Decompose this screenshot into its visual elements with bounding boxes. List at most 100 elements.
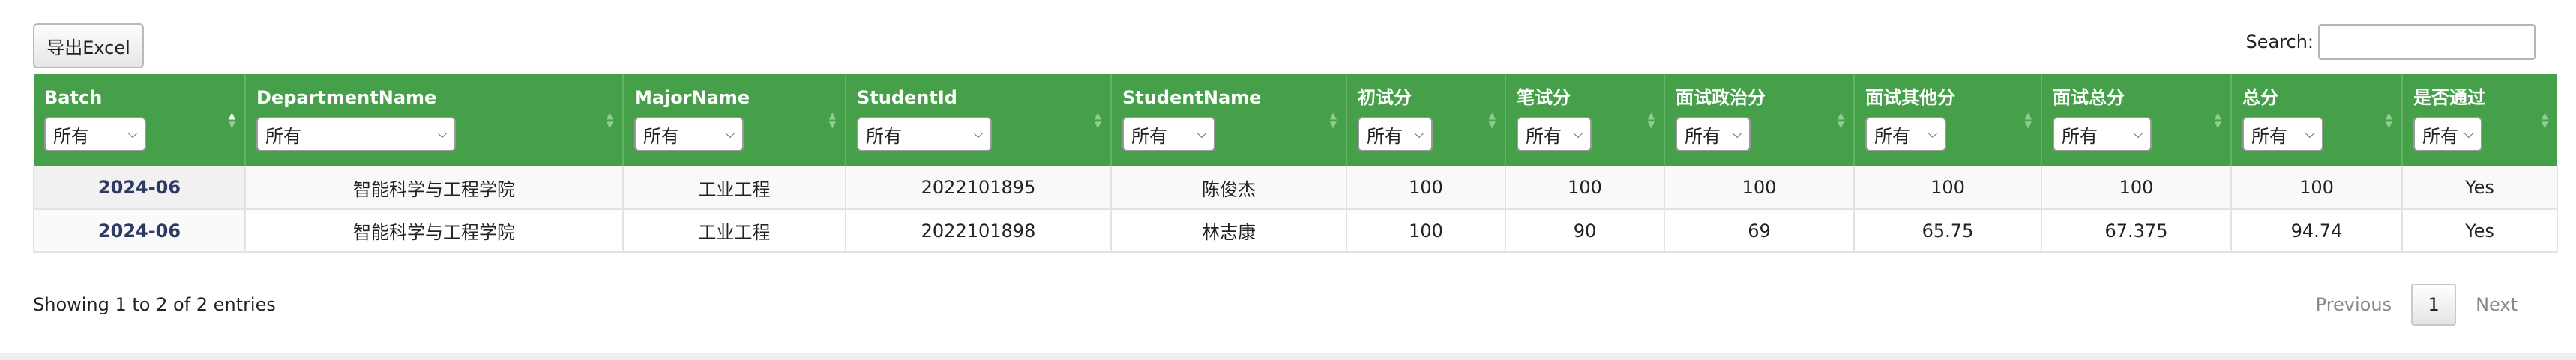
chevron-down-icon: ⌵: [1197, 127, 1206, 141]
cell-total-score: 100: [2231, 166, 2403, 210]
column-label: 总分: [2242, 87, 2278, 108]
sort-icon: ▲ ▼: [2024, 110, 2032, 130]
filter-select-interview-politics-score[interactable]: 所有 ⌵: [1676, 117, 1751, 152]
page: 导出Excel Search: Batch ▲ ▼ 所有 ⌵ DepartmentN…: [0, 0, 2576, 360]
sort-icon: ▲ ▼: [1488, 110, 1496, 130]
filter-value: 所有: [1131, 125, 1167, 147]
sort-icon: ▲ ▼: [606, 110, 613, 130]
cell-department-name: 智能科学与工程学院: [245, 166, 624, 210]
cell-interview-total-score: 100: [2041, 166, 2232, 210]
cell-total-score: 94.74: [2231, 209, 2403, 253]
sort-icon: ▲ ▼: [2214, 110, 2221, 130]
column-label: 笔试分: [1517, 87, 1571, 108]
search-label: Search:: [2245, 32, 2314, 52]
cell-interview-politics-score: 69: [1664, 209, 1855, 253]
filter-select-major-name[interactable]: 所有 ⌵: [634, 117, 744, 152]
column-label: StudentName: [1122, 87, 1262, 108]
filter-value: 所有: [1367, 125, 1403, 147]
column-header-student-id[interactable]: StudentId ▲ ▼ 所有 ⌵: [846, 74, 1112, 166]
sort-icon: ▲ ▼: [828, 110, 836, 130]
column-header-interview-other-score[interactable]: 面试其他分 ▲ ▼ 所有 ⌵: [1854, 74, 2042, 166]
chevron-down-icon: ⌵: [2305, 127, 2314, 141]
export-excel-button[interactable]: 导出Excel: [33, 23, 144, 68]
table-row[interactable]: 2024-06 智能科学与工程学院 工业工程 2022101895 陈俊杰 10…: [33, 166, 2558, 210]
filter-select-total-score[interactable]: 所有 ⌵: [2242, 117, 2323, 152]
column-header-batch[interactable]: Batch ▲ ▼ 所有 ⌵: [34, 74, 246, 166]
cell-major-name: 工业工程: [623, 209, 846, 253]
filter-value: 所有: [2251, 125, 2287, 147]
sort-icon: ▲ ▼: [1837, 110, 1844, 130]
column-header-written-score[interactable]: 笔试分 ▲ ▼ 所有 ⌵: [1505, 74, 1665, 166]
column-header-total-score[interactable]: 总分 ▲ ▼ 所有 ⌵: [2231, 74, 2403, 166]
cell-department-name: 智能科学与工程学院: [245, 209, 624, 253]
filter-select-batch[interactable]: 所有 ⌵: [44, 117, 146, 152]
cell-student-id: 2022101895: [846, 166, 1112, 210]
bottom-border: [0, 352, 2576, 360]
cell-interview-other-score: 100: [1854, 166, 2042, 210]
sort-ascending-icon: ▲ ▼: [228, 110, 235, 130]
filter-value: 所有: [643, 125, 679, 147]
column-label: Batch: [44, 87, 103, 108]
cell-preliminary-score: 100: [1346, 166, 1506, 210]
chevron-down-icon: ⌵: [1928, 127, 1937, 141]
cell-student-id: 2022101898: [846, 209, 1112, 253]
filter-select-interview-other-score[interactable]: 所有 ⌵: [1865, 117, 1946, 152]
search-input[interactable]: [2318, 24, 2536, 60]
filter-value: 所有: [866, 125, 902, 147]
filter-select-student-id[interactable]: 所有 ⌵: [857, 117, 992, 152]
column-label: 面试政治分: [1676, 87, 1766, 108]
column-label: StudentId: [857, 87, 957, 108]
column-header-interview-politics-score[interactable]: 面试政治分 ▲ ▼ 所有 ⌵: [1664, 74, 1855, 166]
cell-batch: 2024-06: [33, 166, 246, 210]
column-label: 面试总分: [2053, 87, 2125, 108]
cell-major-name: 工业工程: [623, 166, 846, 210]
filter-value: 所有: [1874, 125, 1910, 147]
filter-value: 所有: [265, 125, 301, 147]
sort-icon: ▲ ▼: [2385, 110, 2392, 130]
previous-page-button[interactable]: Previous: [2296, 294, 2411, 315]
chevron-down-icon: ⌵: [437, 127, 447, 141]
filter-select-passed[interactable]: 所有 ⌵: [2413, 117, 2482, 152]
cell-student-name: 陈俊杰: [1111, 166, 1347, 210]
filter-select-interview-total-score[interactable]: 所有 ⌵: [2053, 117, 2152, 152]
cell-written-score: 100: [1505, 166, 1665, 210]
cell-interview-politics-score: 100: [1664, 166, 1855, 210]
column-header-passed[interactable]: 是否通过 ▲ ▼ 所有 ⌵: [2402, 74, 2557, 166]
chevron-down-icon: ⌵: [1732, 127, 1742, 141]
chevron-down-icon: ⌵: [127, 127, 137, 141]
column-label: DepartmentName: [256, 87, 437, 108]
chevron-down-icon: ⌵: [1573, 127, 1583, 141]
data-table: Batch ▲ ▼ 所有 ⌵ DepartmentName ▲ ▼ 所有 ⌵ Major…: [33, 74, 2558, 253]
cell-student-name: 林志康: [1111, 209, 1347, 253]
chevron-down-icon: ⌵: [1414, 127, 1424, 141]
cell-preliminary-score: 100: [1346, 209, 1506, 253]
filter-select-department-name[interactable]: 所有 ⌵: [256, 117, 456, 152]
filter-value: 所有: [2062, 125, 2098, 147]
filter-value: 所有: [53, 125, 89, 147]
filter-select-student-name[interactable]: 所有 ⌵: [1122, 117, 1215, 152]
filter-value: 所有: [1685, 125, 1721, 147]
filter-select-written-score[interactable]: 所有 ⌵: [1517, 117, 1592, 152]
column-label: 初试分: [1358, 87, 1412, 108]
header-row: Batch ▲ ▼ 所有 ⌵ DepartmentName ▲ ▼ 所有 ⌵ Major…: [34, 74, 2557, 166]
column-header-department-name[interactable]: DepartmentName ▲ ▼ 所有 ⌵: [245, 74, 624, 166]
next-page-button[interactable]: Next: [2456, 294, 2537, 315]
sort-icon: ▲ ▼: [1647, 110, 1655, 130]
column-header-student-name[interactable]: StudentName ▲ ▼ 所有 ⌵: [1111, 74, 1347, 166]
chevron-down-icon: ⌵: [725, 127, 735, 141]
cell-interview-other-score: 65.75: [1854, 209, 2042, 253]
column-label: 面试其他分: [1865, 87, 1955, 108]
column-label: 是否通过: [2413, 87, 2485, 108]
table-row[interactable]: 2024-06 智能科学与工程学院 工业工程 2022101898 林志康 10…: [33, 209, 2558, 253]
pagination: Previous 1 Next: [2296, 284, 2537, 326]
cell-batch: 2024-06: [33, 209, 246, 253]
cell-passed: Yes: [2402, 166, 2558, 210]
column-header-interview-total-score[interactable]: 面试总分 ▲ ▼ 所有 ⌵: [2041, 74, 2232, 166]
page-1-button[interactable]: 1: [2411, 284, 2457, 326]
table-info: Showing 1 to 2 of 2 entries: [33, 294, 276, 315]
filter-select-preliminary-score[interactable]: 所有 ⌵: [1358, 117, 1433, 152]
chevron-down-icon: ⌵: [2133, 127, 2143, 141]
sort-icon: ▲ ▼: [1094, 110, 1101, 130]
column-header-major-name[interactable]: MajorName ▲ ▼ 所有 ⌵: [623, 74, 846, 166]
column-header-preliminary-score[interactable]: 初试分 ▲ ▼ 所有 ⌵: [1346, 74, 1506, 166]
